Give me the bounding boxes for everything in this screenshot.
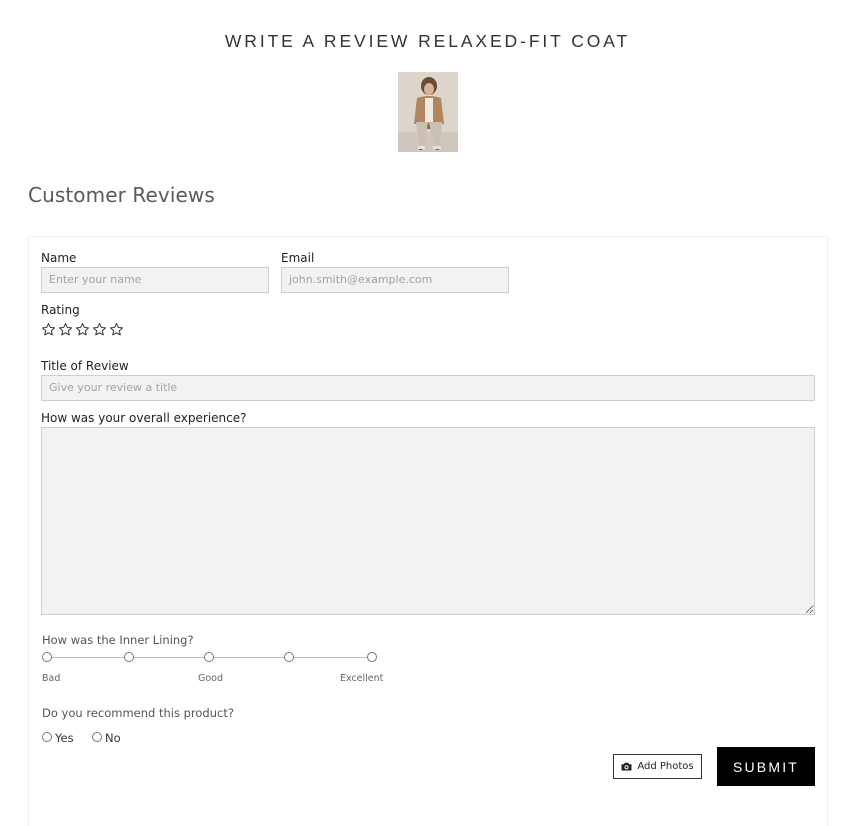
scale-label-high: Excellent [340,673,384,684]
star-outline-icon[interactable] [92,322,107,337]
section-title: Customer Reviews [28,183,215,207]
recommend-yes-radio[interactable] [42,732,52,742]
star-outline-icon[interactable] [75,322,90,337]
scale-option-5[interactable] [367,652,377,662]
experience-label: How was your overall experience? [41,411,247,425]
scale-option-4[interactable] [284,652,294,662]
review-title-input[interactable]: Give your review a title [41,375,815,401]
recommend-question: Do you recommend this product? [42,706,234,720]
review-title-label: Title of Review [41,359,129,373]
submit-button[interactable]: SUBMIT [717,747,815,786]
recommend-no-radio[interactable] [92,732,102,742]
email-input[interactable]: john.smith@example.com [281,267,509,293]
scale-label-mid: Good [198,673,224,684]
email-label: Email [281,251,315,265]
page-title: WRITE A REVIEW RELAXED-FIT COAT [224,31,631,51]
add-photos-button[interactable]: Add Photos [613,754,702,779]
inner-lining-question: How was the Inner Lining? [42,633,194,647]
experience-textarea[interactable] [41,427,815,615]
rating-label: Rating [41,303,80,317]
rating-stars [41,322,124,337]
scale-option-1[interactable] [42,652,52,662]
recommend-no-label[interactable]: No [105,731,121,745]
name-label: Name [41,251,77,265]
scale-label-low: Bad [42,673,61,684]
recommend-yes-label[interactable]: Yes [55,731,74,745]
scale-option-3[interactable] [204,652,214,662]
camera-icon [621,762,632,771]
star-outline-icon[interactable] [58,322,73,337]
add-photos-label: Add Photos [637,761,694,772]
product-photo [398,72,458,152]
name-input[interactable]: Enter your name [41,267,269,293]
scale-option-2[interactable] [124,652,134,662]
product-image [398,72,458,152]
star-outline-icon[interactable] [109,322,124,337]
star-outline-icon[interactable] [41,322,56,337]
